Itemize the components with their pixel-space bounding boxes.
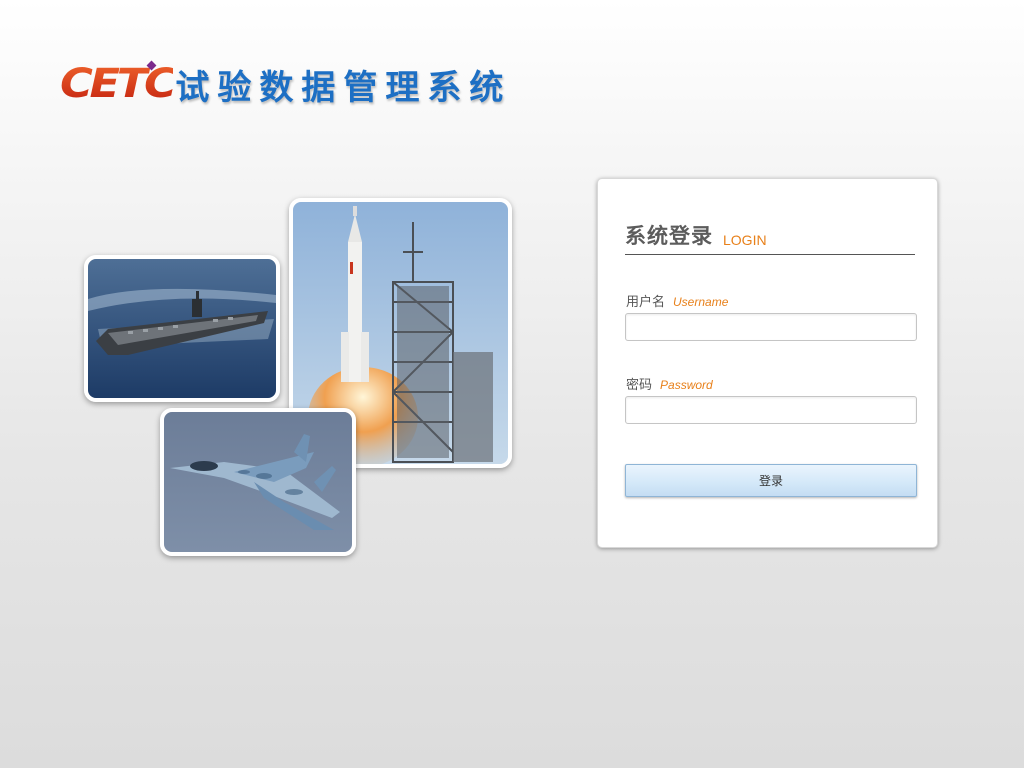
login-heading-cn: 系统登录 xyxy=(625,224,713,248)
login-heading-en: LOGIN xyxy=(723,232,767,248)
password-label-en: Password xyxy=(660,378,713,392)
password-label-cn: 密码 xyxy=(626,378,653,393)
username-input[interactable] xyxy=(625,313,917,341)
login-panel: 系统登录 LOGIN 用户名 Username 密码 Password 登录 xyxy=(597,178,938,548)
password-input[interactable] xyxy=(625,396,917,424)
cetc-logo: CETC xyxy=(60,61,177,107)
username-label: 用户名 Username xyxy=(626,291,728,310)
system-title: 试验数据管理系统 xyxy=(175,67,512,108)
header-logo: CETC 试验数据管理系统 xyxy=(60,58,511,110)
login-button[interactable]: 登录 xyxy=(625,464,917,497)
username-label-en: Username xyxy=(673,295,729,309)
password-label: 密码 Password xyxy=(626,374,713,393)
login-heading: 系统登录 LOGIN xyxy=(625,221,915,255)
fighter-jet-photo xyxy=(160,408,356,556)
username-label-cn: 用户名 xyxy=(626,295,666,310)
aircraft-carrier-photo xyxy=(84,255,280,402)
